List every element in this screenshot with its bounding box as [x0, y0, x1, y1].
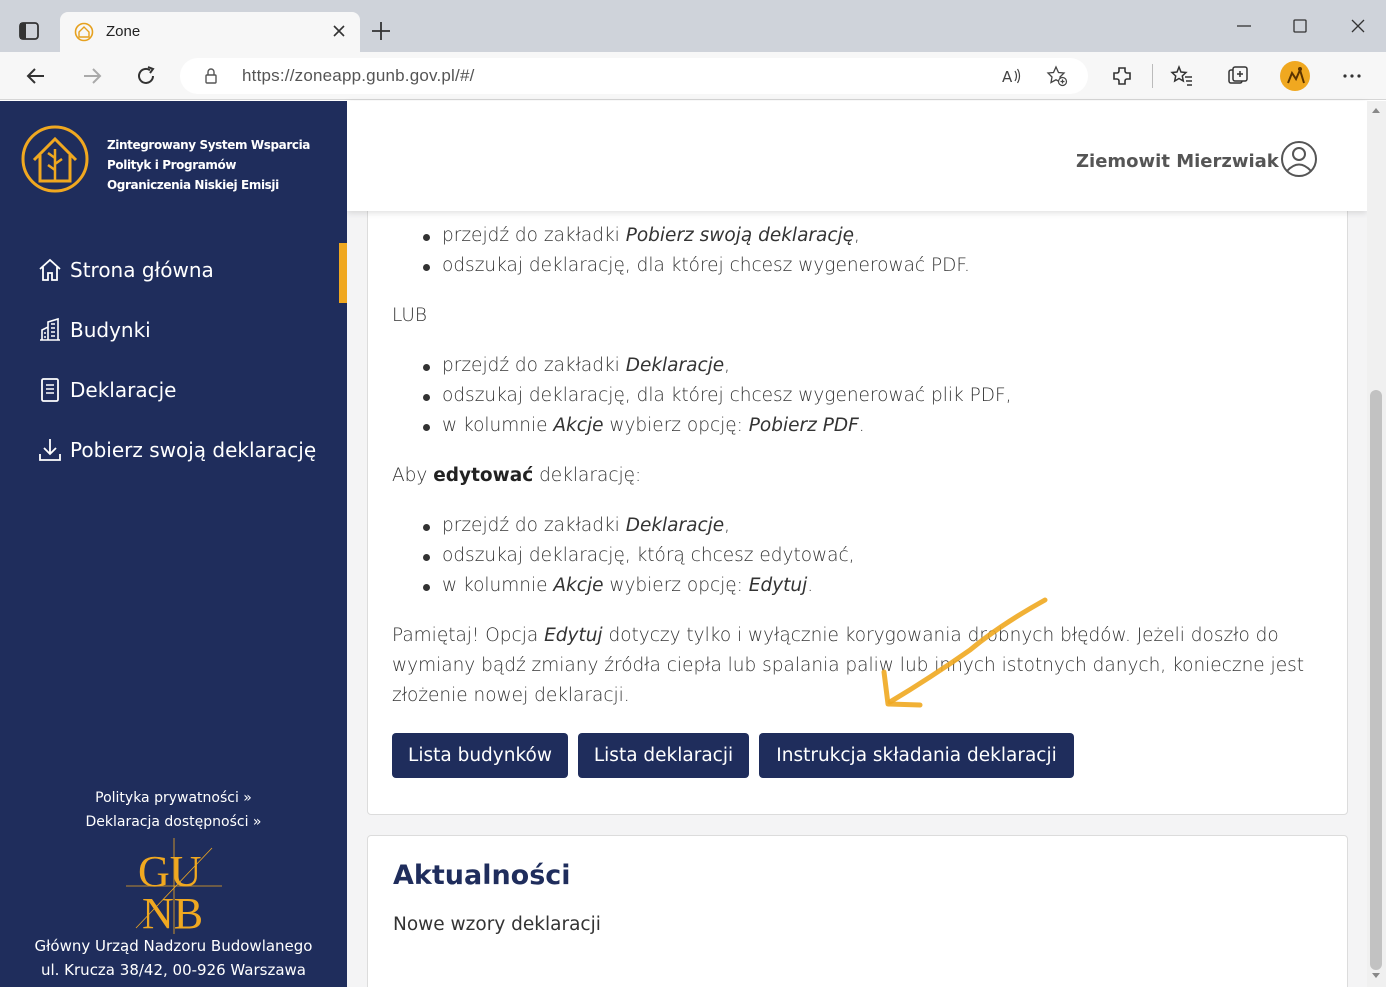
news-card [367, 835, 1348, 987]
accessibility-declaration-link[interactable]: Deklaracja dostępności » [0, 814, 347, 830]
news-item[interactable]: Nowe wzory deklaracji [393, 914, 601, 935]
address-bar-row: https://zoneapp.gunb.gov.pl/#/ A [0, 52, 1386, 100]
avatar-image [1287, 67, 1305, 84]
svg-text:A: A [1002, 68, 1013, 86]
sidebar-item-label: Pobierz swoją deklarację [70, 438, 317, 462]
app-logo-icon[interactable] [20, 124, 90, 194]
forward-icon[interactable] [80, 64, 104, 88]
system-title-line: Zintegrowany System Wsparcia [107, 138, 310, 152]
browser-tab[interactable]: Zone [60, 12, 360, 52]
list-item: przejdź do zakładki Deklaracje, [442, 355, 731, 376]
url-text: https://zoneapp.gunb.gov.pl/#/ [242, 66, 475, 85]
list-item: w kolumnie Akcje wybierz opcję: Pobierz … [442, 415, 865, 436]
close-icon[interactable] [330, 22, 348, 40]
favorites-icon[interactable] [1170, 64, 1194, 88]
collections-icon[interactable] [1226, 64, 1250, 88]
note-line: wymiany bądź zmiany źródła ciepła lub sp… [392, 655, 1304, 676]
user-account-icon[interactable] [1280, 140, 1318, 178]
refresh-icon[interactable] [134, 64, 158, 88]
note-line: złożenie nowej deklaracji. [392, 685, 630, 706]
read-aloud-icon[interactable]: A [1000, 65, 1022, 87]
tab-favicon [74, 22, 94, 42]
url-field[interactable]: https://zoneapp.gunb.gov.pl/#/ A [180, 58, 1088, 94]
sidebar-item-home[interactable]: Strona główna [36, 250, 214, 290]
home-icon [39, 258, 61, 281]
add-favorite-icon[interactable] [1046, 65, 1068, 87]
active-indicator [339, 243, 347, 303]
scrollbar-thumb[interactable] [1370, 390, 1382, 970]
list-item: przejdź do zakładki Pobierz swoją deklar… [442, 225, 860, 246]
system-title-line: Polityk i Programów [107, 158, 237, 172]
sidebar: Zintegrowany System Wsparcia Polityk i P… [0, 101, 347, 987]
list-item: przejdź do zakładki Deklaracje, [442, 515, 731, 536]
lock-icon[interactable] [202, 67, 220, 85]
note-line: Pamiętaj! Opcja Edytuj dotyczy tylko i w… [392, 625, 1279, 646]
profile-avatar[interactable] [1280, 61, 1310, 91]
browser-tab-bar: Zone [0, 0, 1386, 52]
footer-address: ul. Krucza 38/42, 00-926 Warszawa [40, 961, 307, 979]
scroll-down-icon[interactable] [1371, 972, 1381, 980]
window-icon[interactable] [18, 20, 40, 42]
back-icon[interactable] [24, 64, 48, 88]
user-name[interactable]: Ziemowit Mierzwiak [1076, 151, 1279, 172]
system-title-line: Ograniczenia Niskiej Emisji [107, 178, 279, 192]
bullet [423, 424, 430, 431]
building-icon [40, 317, 60, 341]
svg-text:NB: NB [142, 889, 203, 936]
buildings-list-button[interactable]: Lista budynków [392, 733, 568, 778]
privacy-policy-link[interactable]: Polityka prywatności » [0, 790, 347, 806]
sidebar-item-download[interactable]: Pobierz swoją deklarację [36, 430, 316, 470]
window-close-icon[interactable] [1346, 14, 1370, 38]
bullet [423, 234, 430, 241]
footer-institution: Główny Urząd Nadzoru Budowlanego [34, 937, 313, 955]
new-tab-icon[interactable] [370, 20, 392, 42]
or-text: LUB [392, 305, 428, 326]
bullet [423, 364, 430, 371]
news-title: Aktualności [393, 860, 571, 891]
scroll-up-icon[interactable] [1371, 106, 1381, 114]
document-icon [41, 378, 59, 402]
sidebar-item-label: Budynki [70, 318, 151, 342]
sidebar-item-buildings[interactable]: Budynki [36, 310, 151, 350]
toolbar-separator [1152, 64, 1153, 88]
bullet [423, 394, 430, 401]
bullet [423, 524, 430, 531]
more-icon[interactable] [1340, 64, 1364, 88]
annotation-arrow [881, 597, 1048, 708]
list-item: w kolumnie Akcje wybierz opcję: Edytuj. [442, 575, 814, 596]
declarations-list-button[interactable]: Lista deklaracji [578, 733, 749, 778]
sidebar-item-declarations[interactable]: Deklaracje [36, 370, 176, 410]
list-item: odszukaj deklarację, dla której chcesz w… [442, 255, 970, 276]
bullet [423, 554, 430, 561]
sidebar-item-label: Deklaracje [70, 378, 177, 402]
edit-intro: Aby edytować deklarację: [392, 465, 642, 486]
gunb-logo: GU NB [126, 838, 222, 936]
extensions-icon[interactable] [1110, 64, 1134, 88]
system-title: Zintegrowany System Wsparcia Polityk i P… [107, 135, 327, 195]
sidebar-item-label: Strona główna [70, 258, 214, 282]
bullet [423, 584, 430, 591]
download-icon [39, 439, 61, 461]
list-item: odszukaj deklarację, którą chcesz edytow… [442, 545, 855, 566]
minimize-icon[interactable] [1232, 14, 1256, 38]
list-item: odszukaj deklarację, dla której chcesz w… [442, 385, 1012, 406]
instructions-button[interactable]: Instrukcja składania deklaracji [759, 733, 1074, 778]
bullet [423, 264, 430, 271]
tab-title: Zone [106, 23, 141, 40]
maximize-icon[interactable] [1288, 14, 1312, 38]
